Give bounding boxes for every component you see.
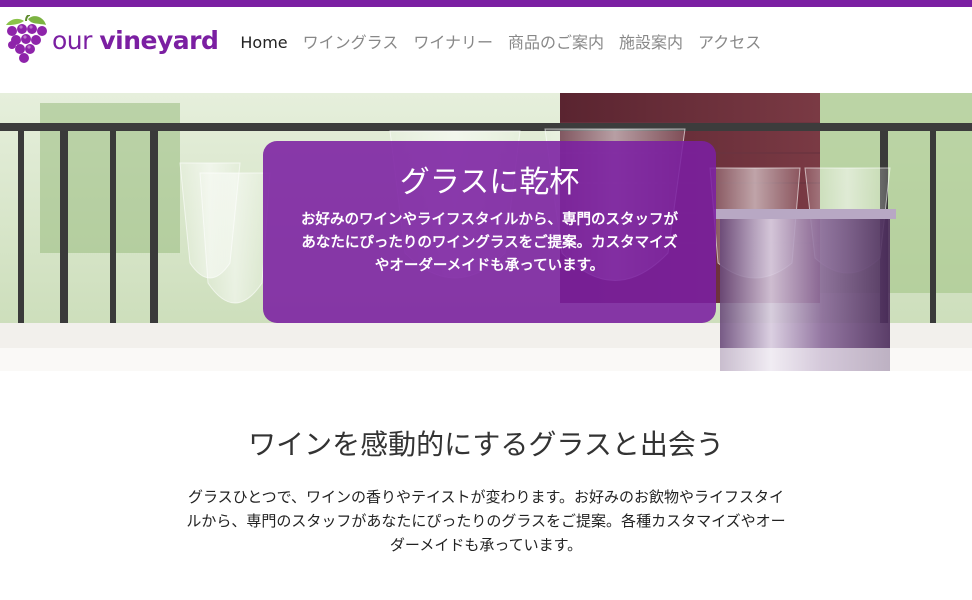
hero-card: グラスに乾杯 お好みのワインやライフスタイルから、専門のスタッフがあなたにぴった… xyxy=(263,141,716,323)
nav-wine-glass[interactable]: ワイングラス xyxy=(303,33,399,53)
grape-icon xyxy=(6,15,47,63)
intro-text: グラスひとつで、ワインの香りやテイストが変わります。お好みのお飲物やライフスタイ… xyxy=(186,488,786,554)
nav-facilities[interactable]: 施設案内 xyxy=(619,33,683,53)
nav-products[interactable]: 商品のご案内 xyxy=(508,33,604,53)
intro-section: ワインを感動的にするグラスと出会う グラスひとつで、ワインの香りやテイストが変わ… xyxy=(0,371,972,557)
nav-home[interactable]: Home xyxy=(240,33,287,53)
top-accent-bar xyxy=(0,0,972,7)
main-nav: Home ワイングラス ワイナリー 商品のご案内 施設案内 アクセス xyxy=(240,33,776,53)
nav-access[interactable]: アクセス xyxy=(698,33,761,53)
hero-title: グラスに乾杯 xyxy=(399,165,580,200)
intro-title: ワインを感動的にするグラスと出会う xyxy=(248,428,724,461)
hero-banner: グラスに乾杯 お好みのワインやライフスタイルから、専門のスタッフがあなたにぴった… xyxy=(0,93,972,371)
logo-text: our vineyard xyxy=(52,25,219,55)
hero-description: お好みのワインやライフスタイルから、専門のスタッフがあなたにぴったりのワイングラ… xyxy=(301,212,678,274)
site-header: our vineyard Home ワイングラス ワイナリー 商品のご案内 施設… xyxy=(0,7,972,93)
nav-winery[interactable]: ワイナリー xyxy=(413,33,493,53)
site-logo[interactable]: our vineyard xyxy=(4,15,219,65)
